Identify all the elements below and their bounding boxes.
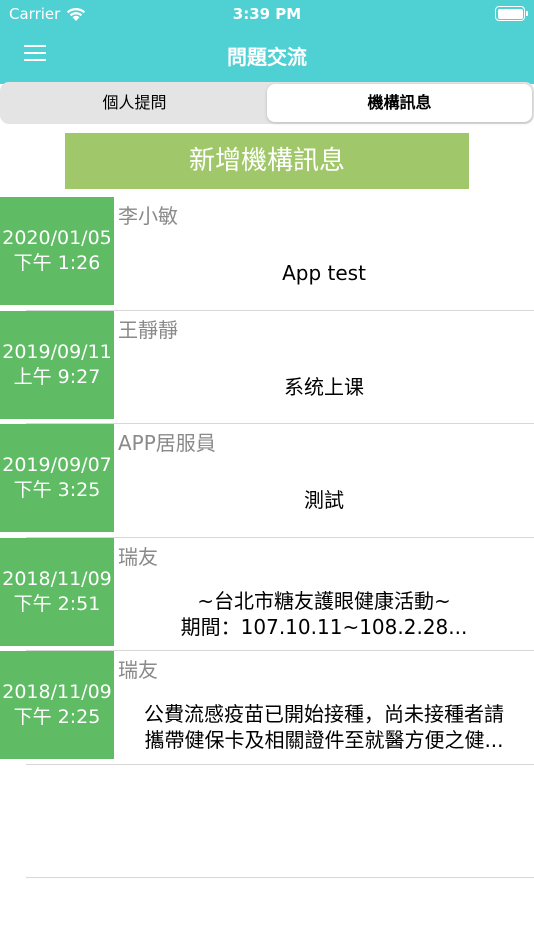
message-time: 下午 2:25 — [13, 706, 101, 729]
message-date: 2018/11/09 — [2, 681, 112, 704]
message-author: 李小敏 — [118, 204, 178, 228]
nav-header: Carrier 3:39 PM 問題交流 — [0, 0, 534, 84]
empty-row-divider — [26, 877, 534, 878]
date-block: 2019/09/07 下午 3:25 — [0, 424, 114, 533]
date-block: 2018/11/09 下午 2:51 — [0, 537, 114, 646]
message-preview: 測試 — [118, 471, 530, 529]
message-time: 下午 2:51 — [13, 592, 101, 615]
message-time: 下午 3:25 — [13, 479, 101, 502]
date-block: 2019/09/11 上午 9:27 — [0, 310, 114, 419]
message-line: 公費流感疫苗已開始接種，尚未接種者請 — [144, 702, 504, 727]
message-preview: 系统上课 — [118, 358, 530, 416]
message-line: 系统上课 — [284, 374, 364, 399]
message-line: 測試 — [304, 488, 344, 513]
message-author: 王靜靜 — [118, 317, 178, 342]
message-preview: ~台北市糖友護眼健康活動~ 期間：107.10.11~108.2.28... — [118, 585, 530, 643]
message-date: 2018/11/09 — [2, 567, 112, 590]
message-date: 2019/09/07 — [2, 454, 112, 477]
list-item[interactable]: 2018/11/09 下午 2:25 瑞友 公費流感疫苗已開始接種，尚未接種者請… — [0, 651, 534, 765]
message-line: App test — [282, 261, 366, 285]
message-time: 下午 1:26 — [13, 252, 101, 274]
message-author: 瑞友 — [118, 658, 158, 683]
message-line: ~台北市糖友護眼健康活動~ — [197, 588, 451, 613]
message-date: 2020/01/05 — [2, 227, 112, 249]
status-bar: Carrier 3:39 PM — [0, 0, 534, 28]
list-item[interactable]: 2018/11/09 下午 2:51 瑞友 ~台北市糖友護眼健康活動~ 期間：1… — [0, 537, 534, 652]
add-institution-message-button[interactable]: 新增機構訊息 — [65, 133, 469, 189]
message-date: 2019/09/11 — [2, 340, 112, 363]
message-author: 瑞友 — [118, 544, 158, 569]
date-block: 2018/11/09 下午 2:25 — [0, 651, 114, 760]
message-preview: App test — [118, 244, 530, 302]
date-block: 2020/01/05 下午 1:26 — [0, 197, 114, 305]
page-title: 問題交流 — [227, 45, 307, 69]
row-divider — [26, 763, 534, 765]
list-item[interactable]: 2020/01/05 下午 1:26 李小敏 App test — [0, 197, 534, 311]
list-item[interactable]: 2019/09/07 下午 3:25 APP居服員 測試 — [0, 424, 534, 538]
message-preview: 公費流感疫苗已開始接種，尚未接種者請 攜帶健保卡及相關證件至就醫方便之健... — [118, 698, 530, 756]
status-time: 3:39 PM — [232, 5, 302, 23]
message-line: 攜帶健保卡及相關證件至就醫方便之健... — [144, 728, 504, 753]
segmented-control: 個人提問 機構訊息 — [0, 82, 534, 124]
message-time: 上午 9:27 — [13, 365, 101, 388]
tab-personal-questions[interactable]: 個人提問 — [2, 84, 267, 122]
message-author: APP居服員 — [118, 431, 216, 456]
message-line: 期間：107.10.11~108.2.28... — [180, 614, 468, 639]
message-list: 2020/01/05 下午 1:26 李小敏 App test 2019/09/… — [0, 197, 534, 765]
battery-icon — [495, 6, 528, 21]
tab-institution-messages[interactable]: 機構訊息 — [267, 84, 532, 122]
list-item[interactable]: 2019/09/11 上午 9:27 王靜靜 系统上课 — [0, 310, 534, 425]
